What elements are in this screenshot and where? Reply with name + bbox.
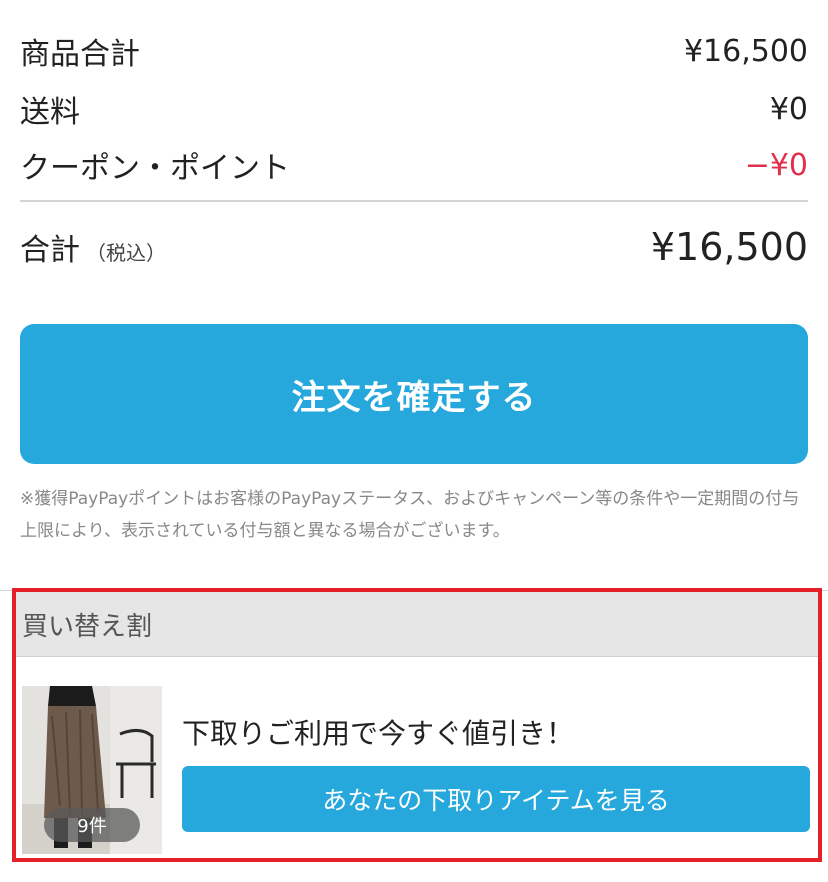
shipping-label: 送料 [20, 95, 80, 130]
subtotal-value: ¥16,500 [683, 33, 808, 69]
subtotal-label: 商品合計 [20, 37, 140, 72]
coupon-points-value: −¥0 [744, 147, 808, 183]
total-row: 合計 （税込） ¥16,500 [20, 220, 808, 274]
confirm-order-button[interactable]: 注文を確定する [20, 324, 808, 464]
tax-included-note: （税込） [86, 241, 166, 265]
trade-in-promo-section: 買い替え割 9件 下取りご利用で今すぐ値引き！ あなたの下取りアイテムを見る [12, 588, 822, 862]
item-count-badge: 9件 [44, 808, 140, 842]
subtotal-row: 商品合計 ¥16,500 [20, 28, 808, 74]
total-value: ¥16,500 [650, 225, 808, 269]
trade-in-headline: 下取りご利用で今すぐ値引き！ [182, 717, 575, 750]
coupon-points-row: クーポン・ポイント −¥0 [20, 142, 808, 188]
total-label-group: 合計 （税込） [20, 225, 166, 269]
shipping-row: 送料 ¥0 [20, 86, 808, 132]
paypay-points-notice: ※獲得PayPayポイントはお客様のPayPayステータス、およびキャンペーン等… [20, 489, 800, 541]
coupon-points-label: クーポン・ポイント [20, 151, 290, 186]
trade-in-item-thumbnail[interactable]: 9件 [22, 686, 162, 854]
summary-divider [20, 200, 808, 202]
total-label: 合計 [20, 233, 80, 268]
shipping-value: ¥0 [769, 91, 808, 127]
trade-in-header: 買い替え割 [16, 592, 818, 657]
view-trade-in-items-button[interactable]: あなたの下取りアイテムを見る [182, 766, 810, 832]
trade-in-header-label: 買い替え割 [22, 611, 153, 642]
